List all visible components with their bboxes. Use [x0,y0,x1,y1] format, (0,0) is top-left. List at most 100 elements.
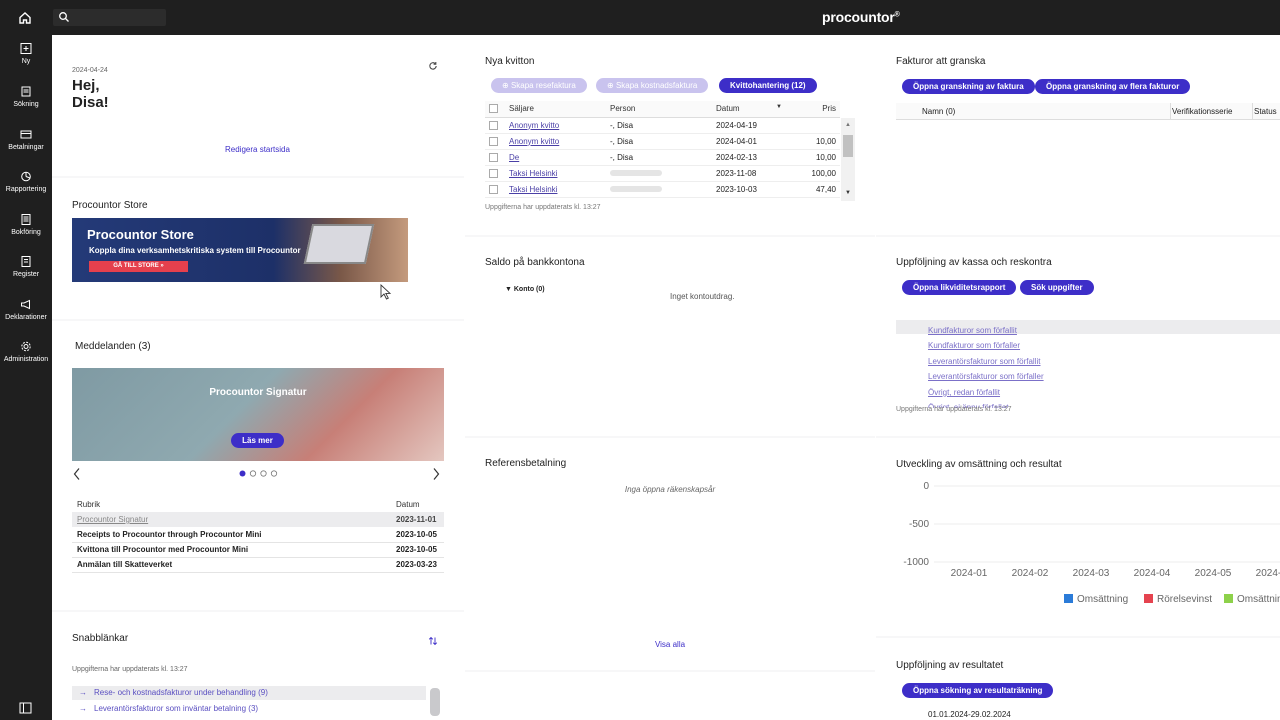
person-redacted [606,181,712,198]
table-row[interactable]: Kvittona till Procountor med Procountor … [72,542,444,557]
arrow-right-icon: → [79,688,87,697]
search-icon [59,12,69,22]
sort-icon[interactable] [428,636,438,646]
messages-header-row: Rubrik Datum [72,496,444,512]
banner-title: Procountor Store [87,227,194,242]
col-rubrik: Rubrik [77,499,101,509]
edit-startpage-link[interactable]: Redigera startsida [225,145,290,154]
table-row[interactable]: Taksi Helsinki 2023-11-08 100,00 [485,165,840,182]
receipts-updated: Uppgifterna har uppdaterats kl. 13:27 [485,204,601,211]
seller-link[interactable]: Anonym kvitto [505,133,606,150]
refresh-icon[interactable] [428,61,438,71]
ledger-icon [21,214,31,225]
sidebar-item-administration[interactable]: Administration [0,341,52,363]
seller-link[interactable]: Anonym kvitto [505,117,606,134]
quicklink-item[interactable]: → Rese- och kostnadsfakturor under behand… [72,686,426,700]
col-price[interactable]: Pris [786,101,840,118]
row-checkbox[interactable] [489,136,498,146]
table-row[interactable]: Taksi Helsinki 2023-10-03 47,40 [485,181,840,198]
search-input[interactable] [53,9,166,26]
row-checkbox[interactable] [489,152,498,162]
seller-link[interactable]: De [505,149,606,166]
create-travel-invoice-button[interactable]: ⊕ Skapa resefaktura [491,78,587,93]
sidebar-item-register[interactable]: Register [0,256,52,278]
table-row[interactable]: Anonym kvitto -, Disa 2024-04-01 10,00 [485,133,840,150]
open-invoice-review-button[interactable]: Öppna granskning av faktura [902,79,1035,94]
table-row[interactable]: Anonym kvitto -, Disa 2024-04-19 [485,117,840,134]
col-date-label: Datum [716,104,740,114]
sidebar-item-rapportering[interactable]: Rapportering [0,171,52,193]
scroll-up-icon[interactable]: ▲ [845,122,851,128]
receipt-management-button[interactable]: Kvittohantering (12) [719,78,817,93]
date: 2024-04-01 [712,133,786,150]
carousel-dots[interactable] [238,469,280,478]
message-date: 2023-11-01 [396,515,437,524]
quicklinks-title: Snabblänkar [72,633,129,644]
message-title[interactable]: Receipts to Procountor through Procounto… [72,527,396,542]
open-multi-invoice-review-button[interactable]: Öppna granskning av flera fakturor [1035,79,1191,94]
show-all-link[interactable]: Visa alla [465,640,875,649]
quicklink-item[interactable]: → Leverantörsfakturor som inväntar betaln… [72,702,426,716]
followup-item[interactable]: Kundfakturor som förfallit [928,323,1044,338]
message-carousel[interactable]: Procountor Signatur Läs mer [72,368,444,461]
message-title[interactable]: Anmälan till Skatteverket [72,557,396,572]
followup-item[interactable]: Övrigt, redan förfallit [928,385,1044,400]
scrollbar[interactable] [430,688,440,716]
table-row[interactable]: Anmälan till Skatteverket 2023-03-23 [72,557,444,572]
sidebar-item-sokning[interactable]: Sökning [0,86,52,108]
row-checkbox[interactable] [489,184,498,194]
x-tick-label: 2024-02 [1012,568,1049,579]
seller-link[interactable]: Taksi Helsinki [505,165,606,182]
followup-item[interactable]: Leverantörsfakturor som förfallit [928,354,1044,369]
row-checkbox[interactable] [489,120,498,130]
sidebar-item-deklarationer[interactable]: Deklarationer [0,299,52,321]
store-banner[interactable]: Procountor Store Koppla dina verksamhets… [72,218,408,282]
sidebar-item-ny[interactable]: Ny [0,43,52,65]
price: 100,00 [786,165,840,182]
followup-item[interactable]: Leverantörsfakturor som förfaller [928,369,1044,384]
message-date: 2023-10-05 [396,545,437,554]
table-row[interactable]: Receipts to Procountor through Procounto… [72,527,444,542]
search-data-button[interactable]: Sök uppgifter [1020,280,1094,295]
home-icon[interactable] [17,10,33,26]
legend-label: Omsättning [1077,594,1128,605]
sidebar-item-bokforing[interactable]: Bokföring [0,214,52,236]
col-status[interactable]: Status [1254,107,1277,116]
scroll-down-icon[interactable]: ▼ [845,190,851,196]
col-seller[interactable]: Säljare [505,101,606,118]
go-to-store-button[interactable]: GÅ TILL STORE » [89,261,188,272]
arrow-right-icon: → [79,704,87,713]
col-series[interactable]: Verifikationsserie [1172,107,1232,116]
seller-link[interactable]: Taksi Helsinki [505,181,606,198]
col-person[interactable]: Person [606,101,712,118]
carousel-next-icon[interactable] [431,467,441,481]
stack-icon [21,86,31,97]
empty-panel [465,672,875,720]
sort-desc-icon: ▼ [776,104,782,111]
row-checkbox[interactable] [489,168,498,178]
create-expense-invoice-button[interactable]: ⊕ Skapa kostnadsfaktura [596,78,709,93]
message-title[interactable]: Kvittona till Procountor med Procountor … [72,542,396,557]
receipts-table: Säljare Person Datum ▼ Pris Anonym kvitto… [485,101,840,198]
carousel-prev-icon[interactable] [72,467,82,481]
col-name[interactable]: Namn (0) [922,107,955,116]
select-all-checkbox[interactable] [485,101,505,118]
open-liquidity-report-button[interactable]: Öppna likviditetsrapport [902,280,1017,295]
top-bar: procountor® [0,0,1280,35]
brand-logo[interactable]: procountor® [822,9,900,25]
sidebar-item-betalningar[interactable]: Betalningar [0,129,52,151]
quicklinks-panel: Snabblänkar Uppgifterna har uppdaterats … [52,612,464,720]
account-toggle[interactable]: ▼ Konto (0) [505,286,545,293]
collapse-sidebar-icon[interactable] [19,702,32,714]
followup-item[interactable]: Kundfakturor som förfaller [928,338,1044,353]
development-title: Utveckling av omsättning och resultat [896,459,1062,470]
message-title[interactable]: Procountor Signatur [72,512,396,527]
open-income-statement-button[interactable]: Öppna sökning av resultaträkning [902,683,1054,698]
col-date[interactable]: Datum ▼ [712,101,786,118]
scrollbar-thumb[interactable] [843,135,853,157]
table-row[interactable]: De -, Disa 2024-02-13 10,00 [485,149,840,166]
table-row[interactable]: Procountor Signatur 2023-11-01 [72,512,444,527]
scrollbar[interactable]: ▲ ▼ [841,118,855,201]
read-more-button[interactable]: Läs mer [231,433,284,448]
price [786,117,840,134]
